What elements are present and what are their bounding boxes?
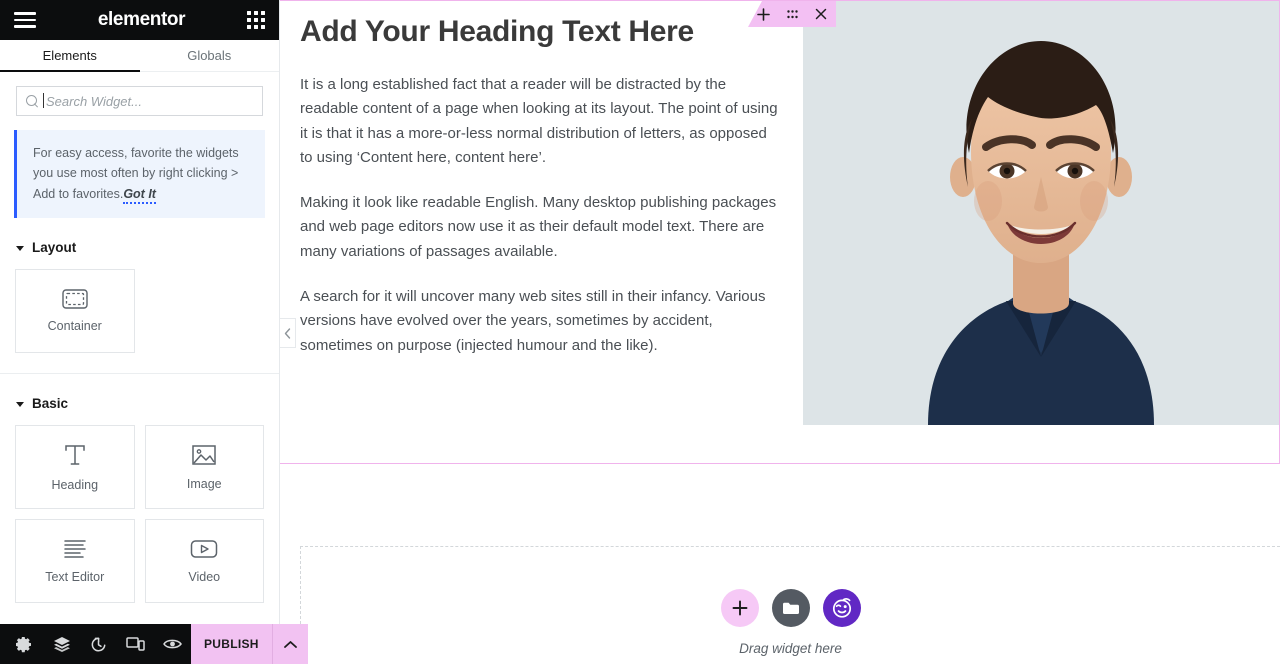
- hamburger-menu-icon[interactable]: [14, 12, 36, 28]
- drag-dots-icon[interactable]: [778, 1, 807, 27]
- section-header-basic[interactable]: Basic: [0, 374, 279, 411]
- publish-label: PUBLISH: [204, 637, 259, 651]
- widget-image[interactable]: Image: [144, 424, 264, 509]
- got-it-link[interactable]: Got It: [123, 186, 156, 204]
- bottom-bar-icons: [0, 624, 191, 664]
- section-toolbar: [748, 1, 836, 27]
- page-title[interactable]: Add Your Heading Text Here: [300, 15, 779, 49]
- image-icon: [191, 443, 217, 467]
- smiling-man-portrait: [928, 41, 1154, 425]
- elementor-logo: elementor: [97, 9, 186, 30]
- elementor-editor: elementor Elements Globals Search Widget…: [0, 0, 1280, 664]
- widget-container[interactable]: Container: [15, 268, 135, 353]
- close-x-icon[interactable]: [807, 1, 836, 27]
- hero-paragraph-3[interactable]: A search for it will uncover many web si…: [300, 285, 779, 358]
- heading-icon: [62, 442, 88, 468]
- ai-assistant-button[interactable]: [822, 589, 861, 627]
- widget-video[interactable]: Video: [144, 518, 264, 603]
- widget-sections: Layout Container Basic Heading Image Tex…: [0, 218, 279, 664]
- section-title-basic: Basic: [32, 395, 69, 411]
- dropzone-buttons: [720, 589, 861, 627]
- panel-collapse-handle[interactable]: [280, 318, 296, 348]
- search-icon: [26, 94, 39, 108]
- responsive-devices-icon[interactable]: [117, 624, 154, 664]
- widget-heading[interactable]: Heading: [15, 424, 135, 509]
- container-icon: [62, 289, 88, 309]
- section-header-layout[interactable]: Layout: [0, 218, 279, 255]
- video-icon: [190, 538, 218, 560]
- text-editor-icon: [62, 538, 88, 560]
- editor-bottom-bar: PUBLISH: [0, 624, 308, 664]
- widget-label: Image: [186, 476, 222, 491]
- history-clock-icon[interactable]: [80, 624, 117, 664]
- search-placeholder: Search Widget...: [43, 92, 142, 109]
- settings-gear-icon[interactable]: [6, 624, 43, 664]
- widget-label: Heading: [51, 477, 99, 492]
- widget-dropzone[interactable]: Drag widget here: [300, 546, 1280, 664]
- section-title-layout: Layout: [32, 239, 77, 255]
- grid-apps-icon[interactable]: [247, 11, 265, 29]
- caret-down-icon: [16, 401, 24, 407]
- search-widget-input[interactable]: Search Widget...: [16, 86, 263, 116]
- add-element-button[interactable]: [720, 589, 759, 627]
- layers-navigator-icon[interactable]: [43, 624, 80, 664]
- chevron-left-icon: [284, 327, 291, 339]
- widgets-panel: elementor Elements Globals Search Widget…: [0, 0, 308, 664]
- chevron-up-icon[interactable]: [271, 624, 308, 664]
- dropzone-label: Drag widget here: [739, 641, 842, 656]
- panel-header: elementor: [0, 0, 279, 40]
- tab-globals[interactable]: Globals: [140, 40, 280, 71]
- search-container: Search Widget...: [0, 72, 279, 126]
- hero-paragraph-1[interactable]: It is a long established fact that a rea…: [300, 73, 779, 170]
- tab-elements[interactable]: Elements: [0, 40, 140, 72]
- panel-tabs: Elements Globals: [0, 40, 279, 72]
- basic-widget-grid: Heading Image Text Editor Video: [0, 411, 279, 603]
- editor-canvas: Add Your Heading Text Here It is a long …: [280, 0, 1280, 664]
- publish-button[interactable]: PUBLISH: [191, 624, 308, 664]
- hero-paragraph-2[interactable]: Making it look like readable English. Ma…: [300, 191, 779, 264]
- widget-label: Video: [188, 569, 221, 584]
- add-template-button[interactable]: [771, 589, 810, 627]
- caret-down-icon: [16, 245, 24, 251]
- widget-label: Container: [47, 318, 102, 333]
- hero-section[interactable]: Add Your Heading Text Here It is a long …: [280, 0, 1280, 464]
- preview-eye-icon[interactable]: [154, 624, 191, 664]
- layout-widget-grid: Container: [0, 255, 279, 353]
- hero-image[interactable]: [803, 1, 1279, 425]
- widget-text-editor[interactable]: Text Editor: [15, 518, 135, 603]
- favorites-notice: For easy access, favorite the widgets yo…: [14, 130, 265, 218]
- widget-label: Text Editor: [45, 569, 105, 584]
- hero-text-column: Add Your Heading Text Here It is a long …: [280, 1, 803, 463]
